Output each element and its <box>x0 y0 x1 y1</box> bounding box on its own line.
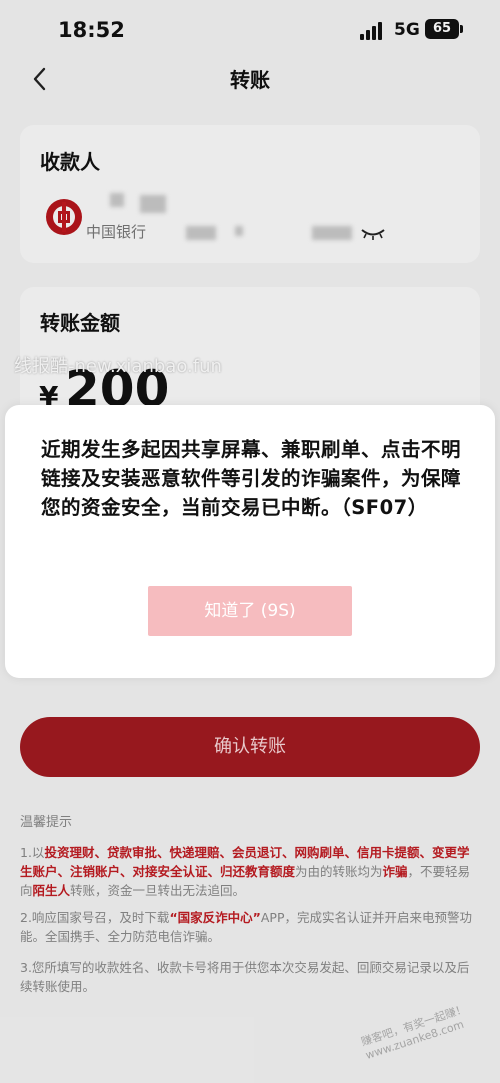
acknowledge-button[interactable]: 知道了 (9S) <box>148 586 352 636</box>
fraud-alert-dialog: 近期发生多起因共享屏幕、兼职刷单、点击不明链接及安装恶意软件等引发的诈骗案件，为… <box>5 405 495 678</box>
dialog-message: 近期发生多起因共享屏幕、兼职刷单、点击不明链接及安装恶意软件等引发的诈骗案件，为… <box>41 438 462 519</box>
